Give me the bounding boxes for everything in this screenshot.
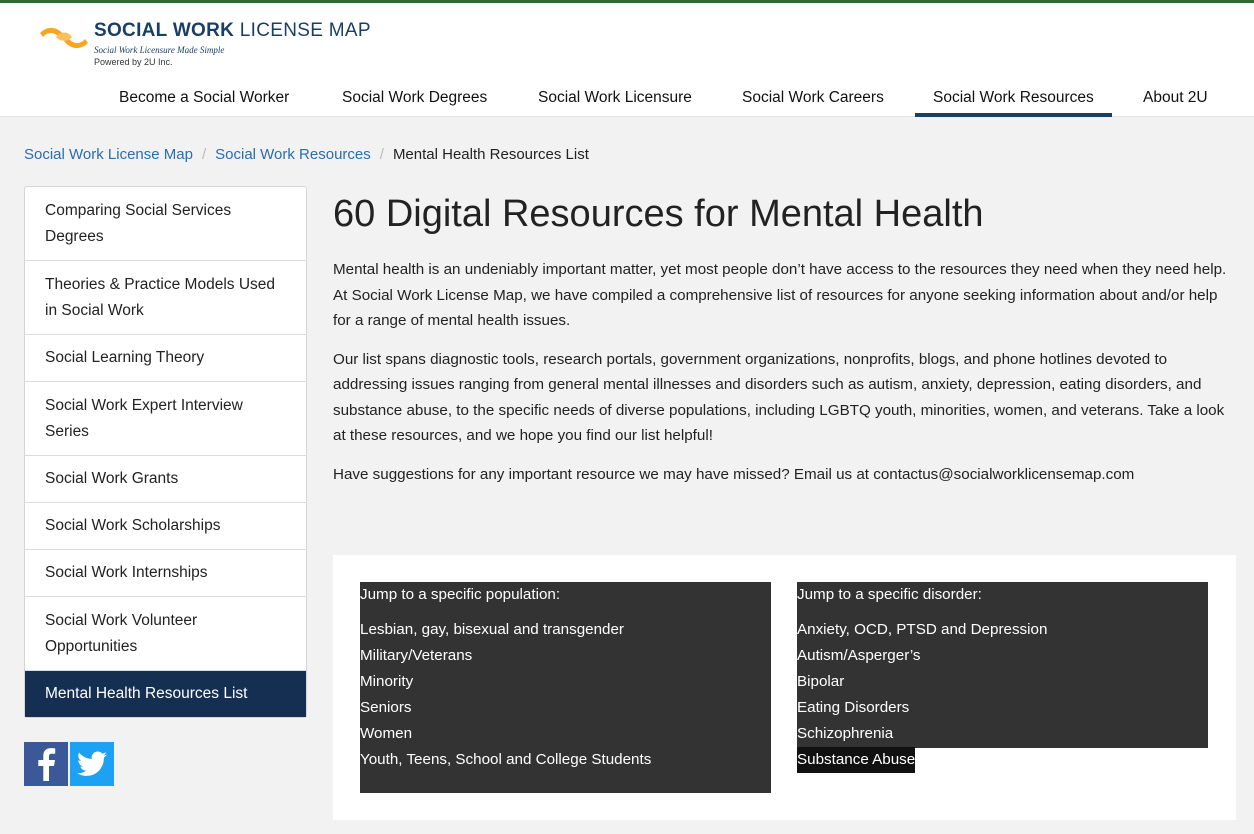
logo-title-light: LICENSE MAP [239,20,371,41]
breadcrumb-current: Mental Health Resources List [392,146,589,163]
logo-hands-icon [40,27,88,49]
breadcrumb: Social Work License Map / Social Work Reso… [24,146,589,163]
jump-disorder-box: Jump to a specific disorder: Anxiety, OC… [797,582,1208,773]
jump-link-anxiety-ocd-ptsd-depression[interactable]: Anxiety, OCD, PTSD and Depression [797,617,1208,643]
jump-link-military-veterans[interactable]: Military/Veterans [360,643,771,669]
sidebar-item-internships[interactable]: Social Work Internships [25,550,306,597]
jump-link-bipolar[interactable]: Bipolar [797,669,1208,695]
logo-title-bold: SOCIAL WORK [94,20,235,41]
jump-link-autism-aspergers[interactable]: Autism/Asperger’s [797,643,1208,669]
jump-link-youth-students[interactable]: Youth, Teens, School and College Student… [360,747,771,773]
nav-social-work-licensure[interactable]: Social Work Licensure [538,89,692,107]
facebook-icon[interactable] [24,742,68,786]
twitter-glyph [77,751,107,776]
nav-about-2u[interactable]: About 2U [1143,89,1208,107]
jump-link-substance-abuse[interactable]: Substance Abuse [797,747,916,773]
sidebar-item-grants[interactable]: Social Work Grants [25,456,306,503]
nav-social-work-degrees[interactable]: Social Work Degrees [342,89,487,107]
social-share [24,742,114,786]
powered-by: Powered by 2U Inc. [94,57,173,67]
jump-link-minority[interactable]: Minority [360,669,771,695]
intro-paragraph: Mental health is an undeniably important… [333,261,1227,329]
jump-link-eating-disorders[interactable]: Eating Disorders [797,695,1208,721]
page-title: 60 Digital Resources for Mental Health [333,193,984,235]
sidebar-menu: Comparing Social Services Degrees Theori… [24,186,307,718]
jump-links-panel: Jump to a specific population: Lesbian, … [333,555,1236,820]
sidebar-item-volunteer-opportunities[interactable]: Social Work Volunteer Opportunities [25,597,306,671]
main-navigation: Become a Social Worker Social Work Degre… [0,85,1254,117]
logo-tagline: Social Work Licensure Made Simple [94,45,225,55]
jump-link-women[interactable]: Women [360,721,771,747]
facebook-glyph [38,748,56,781]
sidebar-item-scholarships[interactable]: Social Work Scholarships [25,503,306,550]
list-description-paragraph: Our list spans diagnostic tools, researc… [333,350,1225,445]
nav-social-work-resources[interactable]: Social Work Resources [915,89,1112,117]
jump-link-lgbt[interactable]: Lesbian, gay, bisexual and transgender [360,617,771,643]
site-header: SOCIAL WORK LICENSE MAP Social Work Lice… [0,3,1254,117]
sidebar-item-theories-practice-models[interactable]: Theories & Practice Models Used in Socia… [25,261,306,335]
suggestions-paragraph: Have suggestions for any important resou… [333,465,1135,483]
breadcrumb-resources-link[interactable]: Social Work Resources [215,146,371,163]
jump-population-heading: Jump to a specific population: [360,586,561,603]
nav-become-social-worker[interactable]: Become a Social Worker [119,89,289,107]
sidebar-item-mental-health-resources[interactable]: Mental Health Resources List [25,671,306,717]
breadcrumb-home-link[interactable]: Social Work License Map [24,146,193,163]
main-content: 60 Digital Resources for Mental Health M… [333,186,1238,487]
sidebar-item-expert-interview-series[interactable]: Social Work Expert Interview Series [25,382,306,456]
breadcrumb-separator: / [379,146,384,163]
jump-link-seniors[interactable]: Seniors [360,695,771,721]
logo-title: SOCIAL WORK LICENSE MAP [94,20,371,42]
twitter-icon[interactable] [70,742,114,786]
jump-disorder-heading: Jump to a specific disorder: [797,586,982,603]
nav-social-work-careers[interactable]: Social Work Careers [742,89,884,107]
sidebar-item-social-learning-theory[interactable]: Social Learning Theory [25,335,306,382]
jump-population-box: Jump to a specific population: Lesbian, … [360,582,771,793]
jump-link-schizophrenia[interactable]: Schizophrenia [797,721,1208,747]
breadcrumb-separator: / [201,146,207,163]
sidebar-item-comparing-degrees[interactable]: Comparing Social Services Degrees [25,187,306,261]
